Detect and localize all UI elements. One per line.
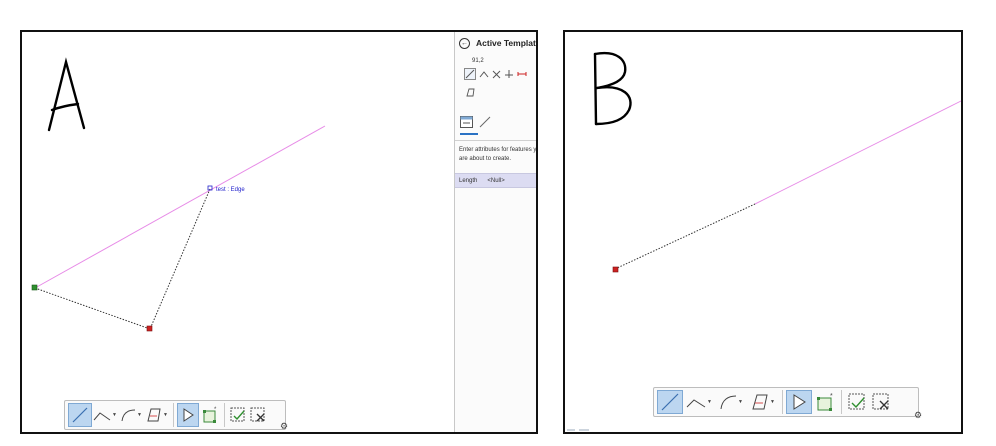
select-arrow-icon [183,408,194,422]
handwritten-letter-a [47,57,86,132]
gear-icon[interactable]: ⚙ [280,421,288,432]
back-arrow-circle-icon[interactable]: ← [459,37,470,49]
pane-header: ← Active Template [459,36,538,50]
select-arrow-icon [793,394,806,410]
cross-tool-icon[interactable] [492,70,501,79]
polyline-tool-icon[interactable] [479,69,489,79]
finish-sketch-icon [230,407,245,422]
polyline-icon [686,399,706,408]
line-icon [72,407,88,423]
polyline-button[interactable]: ▼ [683,390,715,414]
attributes-help-text: Enter attributes for features you are ab… [459,147,538,162]
vertex-edit-button[interactable]: * [812,390,838,414]
toolbar-separator [782,390,783,414]
arc-button[interactable]: ▼ [118,403,144,427]
arc-icon [720,395,737,410]
toolbar-separator [224,403,225,427]
svg-text:*: * [214,407,217,413]
status-bar-fragment [567,429,589,431]
discard-sketch-icon [872,393,889,410]
polygon-tool-icon[interactable] [465,87,475,97]
line-button[interactable] [68,403,92,427]
arc-button[interactable]: ▼ [715,390,747,414]
discard-sketch-button[interactable] [869,390,893,414]
distance-tool-icon[interactable] [517,69,527,79]
line-tool-icon[interactable] [464,68,476,80]
sketch-end-vertex[interactable] [146,325,153,332]
toolbar-separator [173,403,174,427]
polygon-button[interactable]: ▼ [144,403,170,427]
edit-toolbar-a: ▼ ▼ ▼ * [64,400,286,430]
arc-icon [121,409,136,422]
sketch-start-vertex[interactable] [31,284,38,291]
geometry-tab-icon[interactable] [479,116,491,128]
line-icon [661,393,679,411]
construction-tools [464,68,527,80]
sketch-line [614,203,756,270]
target-edge-line [34,125,326,289]
gear-icon[interactable]: ⚙ [914,410,922,421]
toolbar-separator [841,390,842,414]
map-canvas-b[interactable] [565,32,963,434]
chevron-down-icon: ▼ [707,399,712,405]
edit-toolbar-b: ▼ ▼ ▼ * [653,387,919,417]
finish-sketch-button[interactable] [228,403,248,427]
chevron-down-icon: ▼ [163,412,168,418]
sketch-end-vertex[interactable] [612,266,619,273]
pane-tabs [460,116,491,128]
sketch-line [34,188,211,330]
attribute-label: Length [459,177,478,184]
chevron-down-icon: ▼ [112,412,117,418]
select-button[interactable] [177,403,199,427]
polyline-icon [93,412,111,421]
attribute-row-length[interactable]: Length <Null> [455,173,536,188]
handwritten-letter-b [593,51,632,126]
svg-text:*: * [830,393,833,400]
finish-sketch-icon [848,393,865,410]
template-tool-id: 91,2 [472,58,484,64]
vertex-edit-button[interactable]: * [199,403,221,427]
chevron-down-icon: ▼ [137,412,142,418]
vertex-edit-icon: * [203,407,217,423]
line-button[interactable] [657,390,683,414]
polygon-icon [752,394,768,410]
attribute-value[interactable]: <Null> [487,178,504,184]
polyline-button[interactable]: ▼ [92,403,118,427]
select-button[interactable] [786,390,812,414]
pane-title: Active Template [476,38,538,48]
chevron-down-icon: ▼ [738,399,743,405]
discard-sketch-button[interactable] [248,403,268,427]
map-view-a[interactable]: test : Edge ← Active Template 91,2 Enter… [20,30,538,434]
finish-sketch-button[interactable] [845,390,869,414]
pane-divider [455,140,536,141]
map-view-b[interactable]: ▼ ▼ ▼ * ⚙ [563,30,963,434]
active-template-pane: ← Active Template 91,2 Enter attributes … [454,32,538,432]
snap-label: test : Edge [216,187,245,193]
target-edge-line [754,100,961,205]
split-tool-icon[interactable] [504,69,514,79]
attributes-tab-icon[interactable] [460,116,473,128]
active-tab-indicator [460,133,478,135]
polygon-icon [147,408,161,422]
polygon-button[interactable]: ▼ [747,390,779,414]
discard-sketch-icon [250,407,265,422]
vertex-edit-icon: * [817,393,833,411]
chevron-down-icon: ▼ [770,399,775,405]
